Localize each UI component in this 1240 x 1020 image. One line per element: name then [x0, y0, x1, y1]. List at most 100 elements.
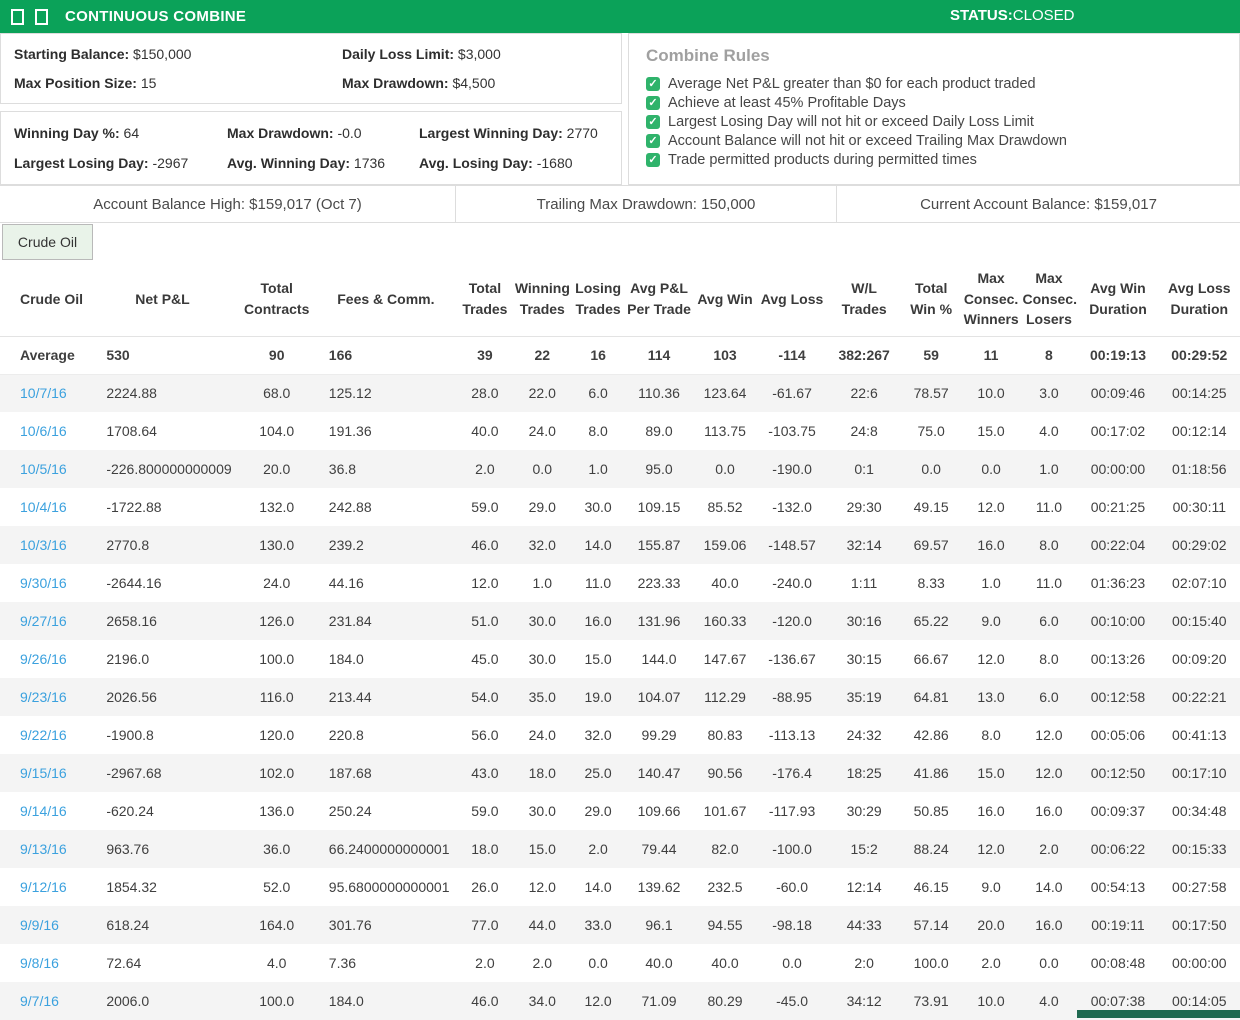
date-link[interactable]: 10/3/16: [20, 537, 67, 553]
table-row: 9/14/16-620.24136.0250.2459.030.029.0109…: [0, 792, 1240, 830]
rule-checkbox-icon[interactable]: ✓: [646, 153, 660, 167]
date-link[interactable]: 10/6/16: [20, 423, 67, 439]
column-header[interactable]: Total Trades: [457, 262, 513, 336]
date-link[interactable]: 9/8/16: [20, 955, 59, 971]
column-header[interactable]: Avg P&L Per Trade: [625, 262, 694, 336]
table-cell: 184.0: [315, 640, 457, 678]
date-cell: 9/8/16: [0, 944, 86, 982]
table-cell: 0.0: [513, 450, 572, 488]
date-link[interactable]: 9/27/16: [20, 613, 67, 629]
table-cell: 79.44: [625, 830, 694, 868]
table-cell: 01:18:56: [1159, 450, 1240, 488]
stat-label: Max Position Size:: [14, 75, 137, 91]
column-header[interactable]: Total Win %: [901, 262, 962, 336]
table-cell: 00:22:04: [1077, 526, 1158, 564]
date-link[interactable]: 9/30/16: [20, 575, 67, 591]
table-cell: 59.0: [457, 488, 513, 526]
column-header[interactable]: Max Consec. Winners: [962, 262, 1021, 336]
column-header[interactable]: Losing Trades: [572, 262, 625, 336]
table-cell: 39: [457, 336, 513, 374]
stat-value: 1736: [354, 155, 385, 171]
rule-checkbox-icon[interactable]: ✓: [646, 77, 660, 91]
column-header[interactable]: W/L Trades: [828, 262, 901, 336]
table-cell: 114: [625, 336, 694, 374]
table-cell: -88.95: [757, 678, 828, 716]
table-cell: 30:16: [828, 602, 901, 640]
date-link[interactable]: 9/7/16: [20, 993, 59, 1009]
date-link[interactable]: 9/9/16: [20, 917, 59, 933]
table-row: 9/27/162658.16126.0231.8451.030.016.0131…: [0, 602, 1240, 640]
table-cell: 49.15: [901, 488, 962, 526]
combine-rules-title: Combine Rules: [646, 46, 1239, 66]
date-link[interactable]: 9/14/16: [20, 803, 67, 819]
titlebar-icon-1[interactable]: [11, 9, 24, 25]
balance-summary-bar: Account Balance High: $159,017 (Oct 7)Tr…: [0, 186, 1240, 223]
column-header[interactable]: Winning Trades: [513, 262, 572, 336]
column-header[interactable]: Avg Win Duration: [1077, 262, 1158, 336]
stat-value: 15: [141, 75, 157, 91]
date-link[interactable]: 9/23/16: [20, 689, 67, 705]
table-cell: -45.0: [757, 982, 828, 1020]
table-cell: 12:14: [828, 868, 901, 906]
date-link[interactable]: 9/12/16: [20, 879, 67, 895]
table-cell: 9.0: [962, 868, 1021, 906]
table-cell: 6.0: [1021, 602, 1078, 640]
table-cell: -176.4: [757, 754, 828, 792]
table-cell: -2967.68: [86, 754, 238, 792]
stat-item: Daily Loss Limit: $3,000: [342, 46, 621, 62]
date-link[interactable]: 9/15/16: [20, 765, 67, 781]
date-link[interactable]: 10/5/16: [20, 461, 67, 477]
table-cell: 1.0: [962, 564, 1021, 602]
table-cell: 144.0: [625, 640, 694, 678]
column-header[interactable]: Net P&L: [86, 262, 238, 336]
table-cell: 104.07: [625, 678, 694, 716]
rule-item: ✓Largest Losing Day will not hit or exce…: [646, 114, 1239, 130]
table-cell: 100.0: [239, 982, 315, 1020]
table-cell: 89.0: [625, 412, 694, 450]
rule-checkbox-icon[interactable]: ✓: [646, 115, 660, 129]
table-cell: 231.84: [315, 602, 457, 640]
titlebar-icon-2[interactable]: [35, 9, 48, 25]
table-header-row: Crude OilNet P&LTotal ContractsFees & Co…: [0, 262, 1240, 336]
table-cell: 00:21:25: [1077, 488, 1158, 526]
table-cell: 24.0: [513, 412, 572, 450]
column-header[interactable]: Crude Oil: [0, 262, 86, 336]
date-link[interactable]: 9/22/16: [20, 727, 67, 743]
product-tabs: Crude Oil: [0, 223, 1240, 261]
column-header[interactable]: Max Consec. Losers: [1021, 262, 1078, 336]
date-link[interactable]: 10/4/16: [20, 499, 67, 515]
table-cell: -2644.16: [86, 564, 238, 602]
table-cell: 00:15:40: [1159, 602, 1240, 640]
table-cell: 94.55: [694, 906, 757, 944]
table-cell: 155.87: [625, 526, 694, 564]
table-cell: 59.0: [457, 792, 513, 830]
rule-checkbox-icon[interactable]: ✓: [646, 134, 660, 148]
date-link[interactable]: 9/26/16: [20, 651, 67, 667]
column-header[interactable]: Avg Loss Duration: [1159, 262, 1240, 336]
rule-item: ✓Trade permitted products during permitt…: [646, 152, 1239, 168]
date-link[interactable]: 10/7/16: [20, 385, 67, 401]
table-cell: 184.0: [315, 982, 457, 1020]
tab-crude-oil[interactable]: Crude Oil: [2, 224, 93, 260]
table-row: 9/15/16-2967.68102.0187.6843.018.025.014…: [0, 754, 1240, 792]
table-cell: 9.0: [962, 602, 1021, 640]
date-cell: 10/4/16: [0, 488, 86, 526]
table-cell: 40.0: [457, 412, 513, 450]
rule-checkbox-icon[interactable]: ✓: [646, 96, 660, 110]
column-header[interactable]: Fees & Comm.: [315, 262, 457, 336]
combine-rules-list: ✓Average Net P&L greater than $0 for eac…: [646, 76, 1239, 168]
table-cell: 232.5: [694, 868, 757, 906]
table-row: 9/22/16-1900.8120.0220.856.024.032.099.2…: [0, 716, 1240, 754]
table-cell: 126.0: [239, 602, 315, 640]
titlebar: CONTINUOUS COMBINE STATUS:CLOSED: [0, 0, 1240, 33]
table-cell: 26.0: [457, 868, 513, 906]
date-link[interactable]: 9/13/16: [20, 841, 67, 857]
table-cell: 12.0: [1021, 754, 1078, 792]
table-cell: 130.0: [239, 526, 315, 564]
column-header[interactable]: Avg Loss: [757, 262, 828, 336]
column-header[interactable]: Total Contracts: [239, 262, 315, 336]
column-header[interactable]: Avg Win: [694, 262, 757, 336]
stat-label: Starting Balance:: [14, 46, 129, 62]
table-cell: 2.0: [1021, 830, 1078, 868]
table-cell: 250.24: [315, 792, 457, 830]
